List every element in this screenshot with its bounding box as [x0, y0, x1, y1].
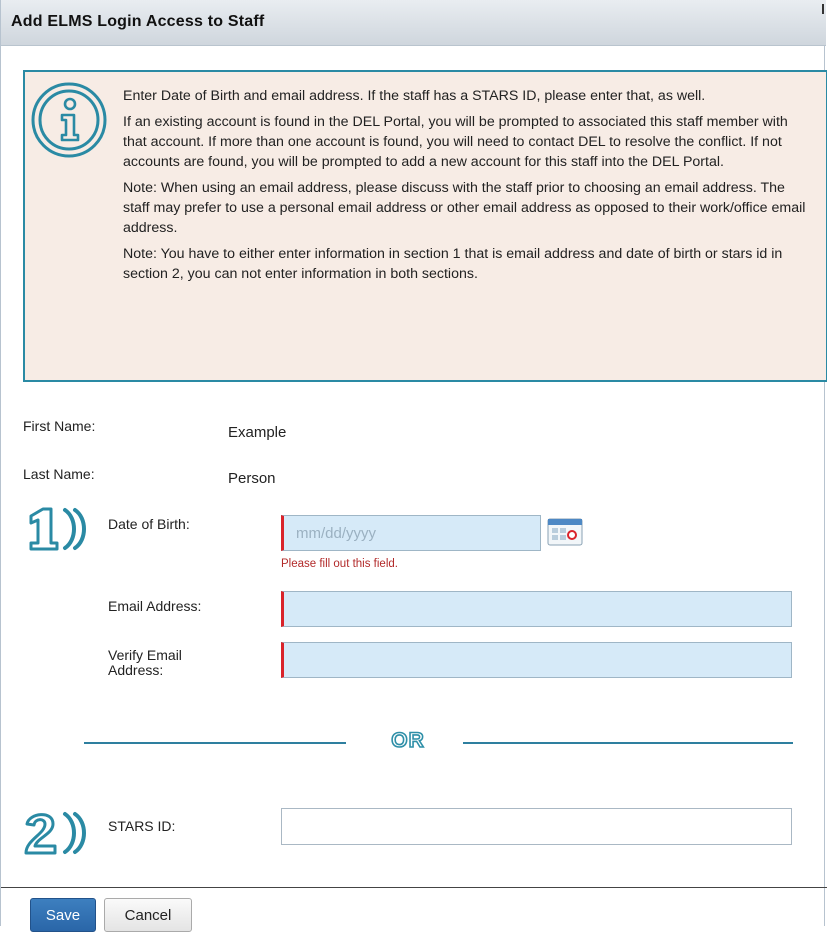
info-text: Enter Date of Birth and email address. I… — [123, 86, 813, 290]
first-name-label: First Name: — [23, 418, 96, 434]
verify-email-label-line2: Address: — [108, 662, 164, 678]
info-panel: Enter Date of Birth and email address. I… — [23, 70, 827, 382]
verify-email-label: Verify Email Address: — [108, 648, 182, 678]
add-elms-login-dialog: Add ELMS Login Access to Staff Enter Dat… — [0, 0, 827, 932]
calendar-icon[interactable] — [547, 516, 583, 547]
email-label: Email Address: — [108, 598, 202, 614]
stars-id-label: STARS ID: — [108, 818, 176, 834]
dob-label: Date of Birth: — [108, 516, 190, 532]
save-button[interactable]: Save — [30, 898, 96, 932]
info-paragraph: If an existing account is found in the D… — [123, 114, 788, 170]
last-name-value: Person — [228, 470, 276, 487]
footer-divider — [1, 887, 827, 888]
verify-email-input[interactable] — [281, 642, 792, 678]
number-1-icon — [29, 507, 86, 551]
dob-error-message: Please fill out this field. — [281, 558, 398, 570]
dialog-title: Add ELMS Login Access to Staff — [11, 13, 265, 30]
cancel-button[interactable]: Cancel — [104, 898, 192, 932]
info-icon — [31, 82, 107, 158]
email-input[interactable] — [281, 591, 792, 627]
or-divider-text: OR — [390, 728, 425, 753]
stars-id-input[interactable] — [281, 808, 792, 845]
titlebar-marker — [822, 4, 824, 14]
first-name-value: Example — [228, 424, 287, 441]
last-name-label: Last Name: — [23, 466, 95, 482]
verify-email-label-line1: Verify Email — [108, 647, 182, 663]
number-2-icon — [24, 812, 86, 855]
dialog-titlebar: Add ELMS Login Access to Staff — [1, 0, 826, 46]
or-divider-left — [84, 742, 346, 744]
dob-input[interactable] — [281, 515, 541, 551]
info-paragraph: Enter Date of Birth and email address. I… — [123, 88, 706, 104]
info-paragraph: Note: You have to either enter informati… — [123, 246, 783, 282]
info-paragraph: Note: When using an email address, pleas… — [123, 180, 806, 236]
or-divider-right — [463, 742, 793, 744]
